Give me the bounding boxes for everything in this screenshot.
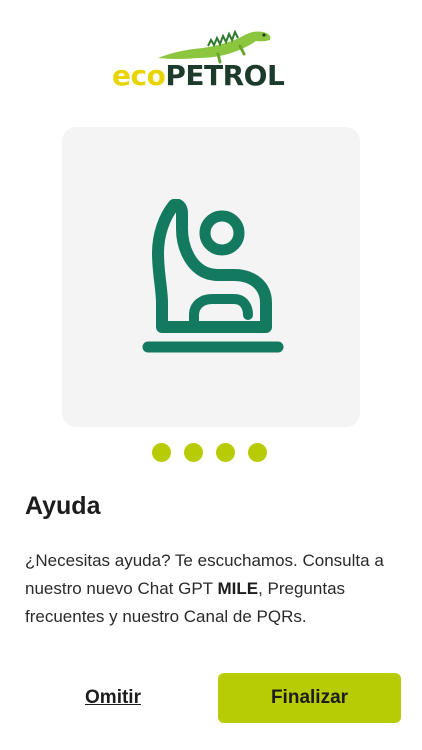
finish-button[interactable]: Finalizar [218,673,401,723]
hand-support-icon [142,199,284,353]
description-bold-text: MILE [217,579,259,598]
pagination-dot[interactable] [152,443,171,462]
pagination-dot[interactable] [184,443,203,462]
ecopetrol-logo: ecoPETROL [112,24,310,90]
slide-description: ¿Necesitas ayuda? Te escuchamos. Consult… [25,547,405,631]
pagination-dot[interactable] [216,443,235,462]
illustration-card [62,127,360,427]
pagination-dots [152,443,267,462]
skip-button[interactable]: Omitir [72,673,154,723]
iguana-icon [158,29,271,64]
logo-eco-text: eco [112,59,166,92]
slide-title: Ayuda [25,492,101,520]
logo-petrol-text: PETROL [165,59,285,92]
pagination-dot[interactable] [248,443,267,462]
logo-wordmark: ecoPETROL [112,59,285,92]
